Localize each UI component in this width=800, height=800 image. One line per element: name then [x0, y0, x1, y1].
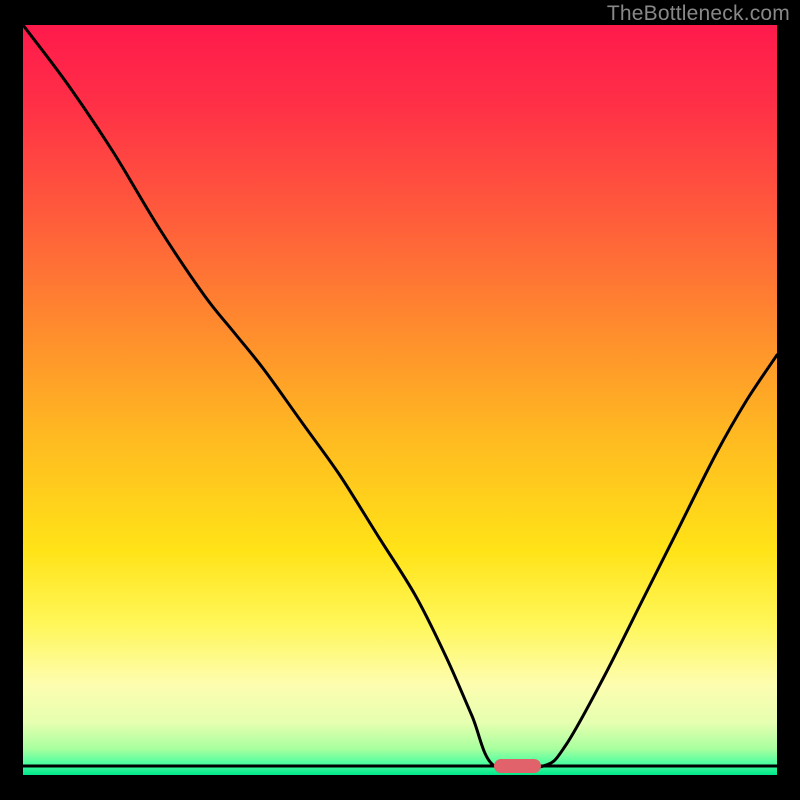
watermark-text: TheBottleneck.com: [607, 2, 790, 26]
optimum-marker: [494, 759, 541, 773]
plot-area: [23, 25, 777, 775]
bottleneck-curve: [23, 25, 777, 775]
chart-frame: TheBottleneck.com: [0, 0, 800, 800]
